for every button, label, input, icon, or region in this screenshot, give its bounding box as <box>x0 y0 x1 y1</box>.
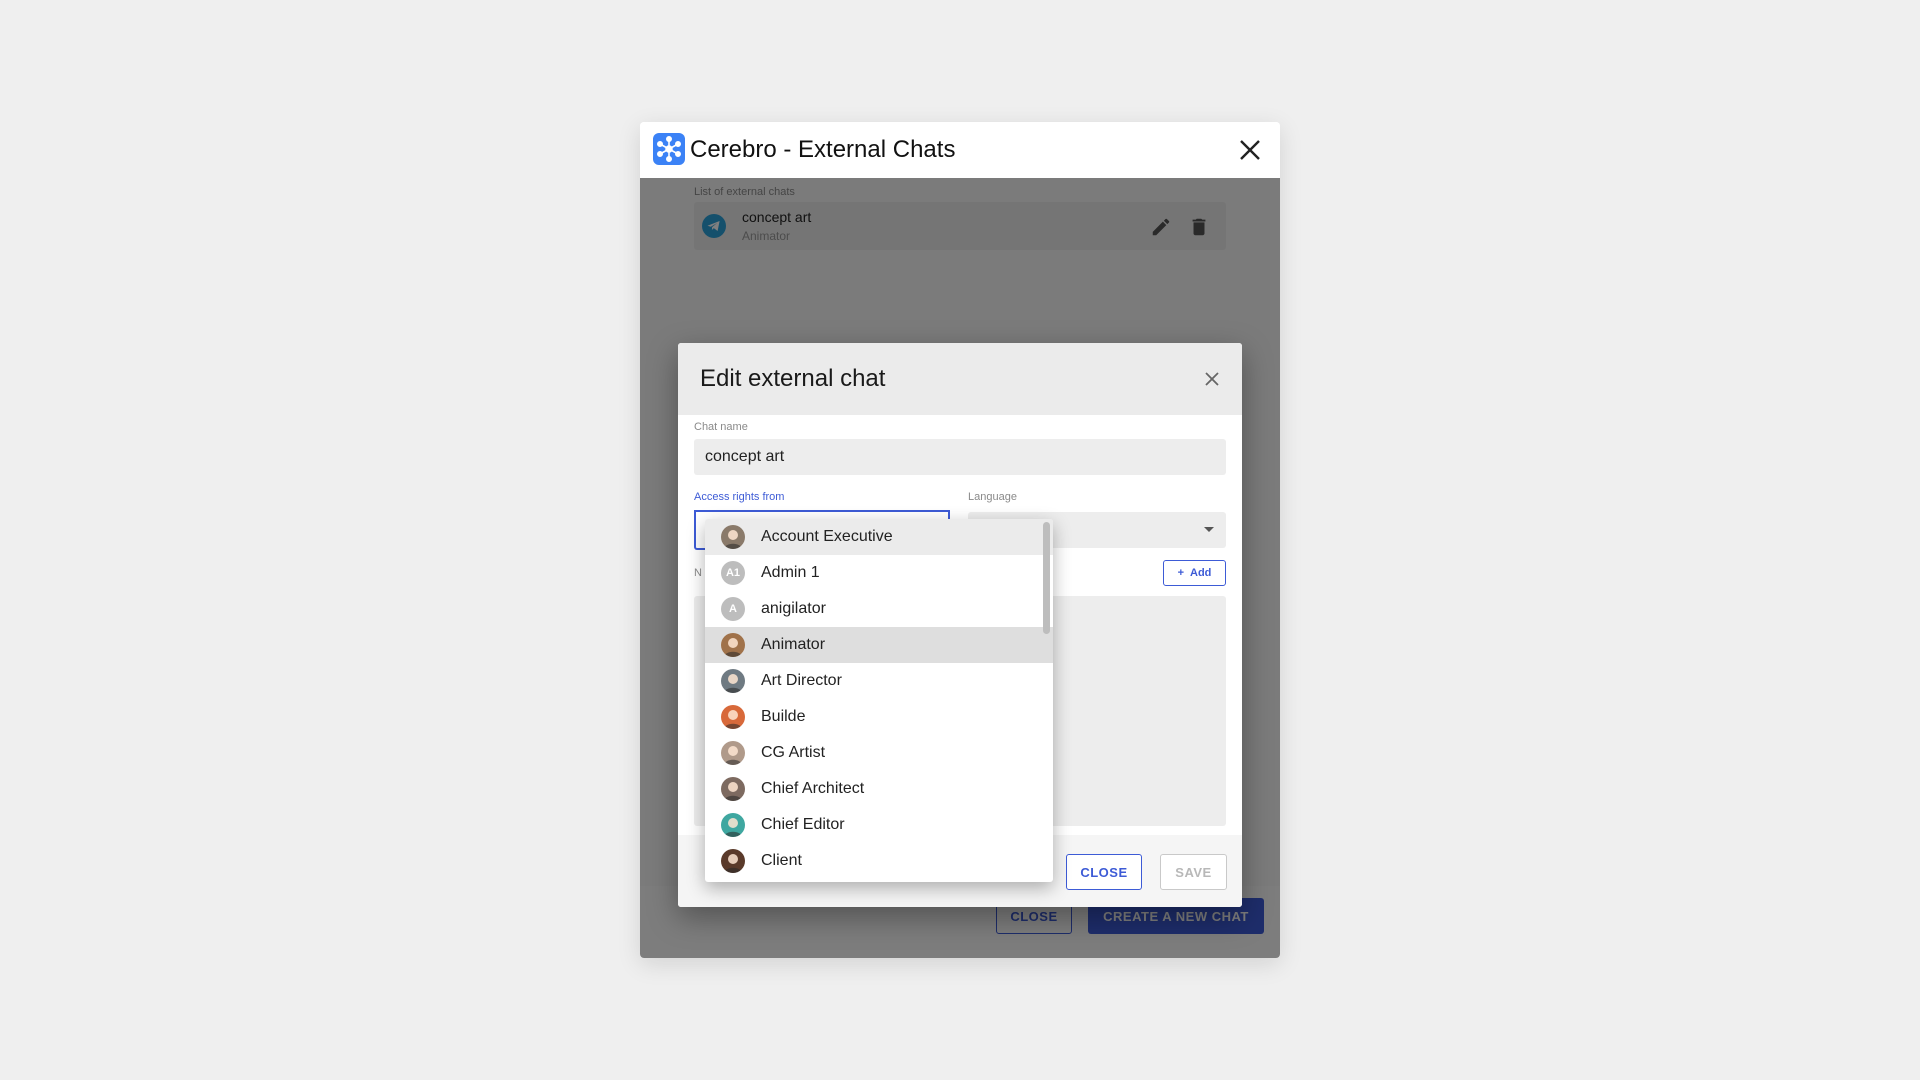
avatar <box>721 633 745 657</box>
dropdown-option[interactable]: Client <box>705 843 1053 879</box>
external-chats-window: Cerebro - External Chats List of externa… <box>640 122 1280 958</box>
avatar <box>721 813 745 837</box>
modal-backdrop[interactable]: Edit external chat Chat name concept art… <box>640 178 1280 958</box>
dropdown-option-label: Client <box>761 852 802 869</box>
dialog-title: Edit external chat <box>700 365 886 392</box>
edit-chat-dialog: Edit external chat Chat name concept art… <box>678 343 1242 907</box>
dialog-close-icon[interactable] <box>1200 367 1224 391</box>
dropdown-option[interactable]: Aanigilator <box>705 591 1053 627</box>
dropdown-option-label: Admin 1 <box>761 564 820 581</box>
avatar <box>721 741 745 765</box>
access-rights-dropdown: Account Executive A1 Admin 1 Aanigilator Ani… <box>705 519 1053 882</box>
avatar <box>721 705 745 729</box>
dropdown-option-label: Chief Architect <box>761 780 865 797</box>
avatar <box>721 525 745 549</box>
dropdown-option[interactable]: Art Director <box>705 663 1053 699</box>
add-button[interactable]: + Add <box>1163 560 1226 586</box>
plus-icon: + <box>1177 567 1185 579</box>
chat-name-label: Chat name <box>694 421 748 433</box>
scrollbar[interactable] <box>1043 522 1050 634</box>
avatar <box>721 777 745 801</box>
add-button-label: Add <box>1190 567 1212 579</box>
avatar <box>721 849 745 873</box>
avatar: A1 <box>721 561 745 585</box>
dropdown-option-label: CG Artist <box>761 744 826 761</box>
dropdown-option-label: Art Director <box>761 672 842 689</box>
cerebro-logo-icon <box>653 133 685 165</box>
dropdown-option-label: Chief Editor <box>761 816 845 833</box>
chevron-down-icon <box>1204 527 1214 532</box>
dropdown-option-label: Animator <box>761 636 826 653</box>
dropdown-option-label: Builde <box>761 708 806 725</box>
dialog-header: Edit external chat <box>678 343 1242 415</box>
chat-name-field[interactable]: concept art <box>694 439 1226 475</box>
dropdown-list: Account Executive A1 Admin 1 Aanigilator Ani… <box>705 519 1053 879</box>
dropdown-option[interactable]: Chief Architect <box>705 771 1053 807</box>
dialog-save-button: SAVE <box>1160 854 1227 890</box>
dropdown-option-label: anigilator <box>761 600 826 617</box>
dropdown-option[interactable]: A1 Admin 1 <box>705 555 1053 591</box>
dropdown-option[interactable]: Account Executive <box>705 519 1053 555</box>
dropdown-option[interactable]: CG Artist <box>705 735 1053 771</box>
notifications-label: N <box>694 567 702 579</box>
language-label: Language <box>968 491 1017 503</box>
dropdown-option[interactable]: Builde <box>705 699 1053 735</box>
avatar: A <box>721 597 745 621</box>
dropdown-option[interactable]: Animator <box>705 627 1053 663</box>
close-icon[interactable] <box>1232 132 1268 168</box>
access-rights-label: Access rights from <box>694 491 785 503</box>
title-bar: Cerebro - External Chats <box>640 122 1280 178</box>
dropdown-option-label: Account Executive <box>761 528 893 545</box>
window-title: Cerebro - External Chats <box>690 136 956 163</box>
dropdown-option[interactable]: Chief Editor <box>705 807 1053 843</box>
dialog-close-button[interactable]: CLOSE <box>1066 854 1142 890</box>
avatar <box>721 669 745 693</box>
